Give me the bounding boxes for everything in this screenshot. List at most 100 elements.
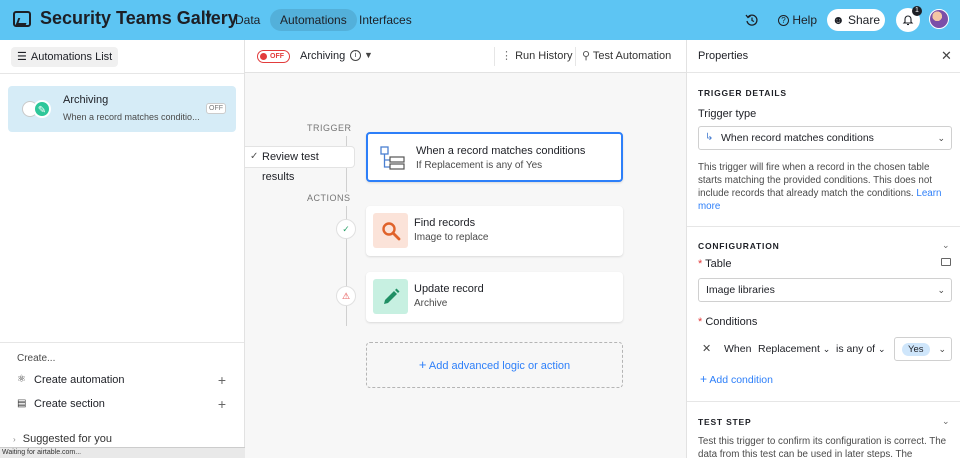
automation-item-archiving[interactable]: ✎ Archiving When a record matches condit… [8, 86, 236, 132]
notification-badge: 1 [912, 6, 922, 16]
automation-title[interactable]: Archiving [300, 50, 345, 62]
create-section-button[interactable]: ▤ Create section + [17, 396, 232, 414]
chevron-down-icon[interactable]: ▼ [364, 50, 373, 60]
trigger-icon [375, 141, 410, 176]
help-button[interactable]: ? Help [778, 9, 817, 31]
add-logic-label: Add advanced logic or action [428, 360, 571, 372]
conditions-label: * Conditions [698, 316, 758, 328]
help-label: Help [792, 13, 818, 27]
warning-icon: ⚠ [336, 286, 356, 306]
table-select[interactable]: Image libraries ⌄ [698, 278, 952, 302]
automation-toggle[interactable]: OFF [257, 50, 290, 63]
create-label: Create... [17, 353, 56, 364]
suggested-label: Suggested for you [22, 433, 113, 445]
chevron-down-icon[interactable]: ⌄ [942, 416, 950, 427]
trigger-type-value: When record matches conditions [721, 132, 874, 144]
action-card-find-records[interactable]: Find records Image to replace [366, 206, 623, 256]
automation-status-icon: ✎ [22, 100, 54, 118]
automations-list-header[interactable]: ☰ Automations List [11, 47, 119, 67]
automation-description: When a record matches conditio... [63, 112, 200, 122]
add-condition-button[interactable]: + Add condition [700, 372, 773, 386]
condition-when: When [724, 343, 752, 355]
info-icon[interactable]: i [350, 50, 361, 61]
divider [687, 226, 960, 227]
divider [687, 401, 960, 402]
trigger-card[interactable]: When a record matches conditions If Repl… [366, 132, 623, 182]
automation-name: Archiving [63, 94, 109, 106]
action-subtitle: Image to replace [414, 232, 489, 243]
share-button[interactable]: ☻ Share [827, 9, 885, 31]
action-title: Update record [414, 283, 484, 295]
section-icon: ▤ [17, 398, 27, 409]
plus-icon[interactable]: + [218, 372, 226, 388]
chevron-down-icon: ⌄ [937, 133, 945, 143]
help-icon: ? [778, 15, 789, 27]
add-condition-label: Add condition [709, 374, 773, 386]
condition-value-select[interactable]: Yes ⌄ [894, 337, 952, 361]
test-step-label: TEST STEP [698, 417, 752, 427]
automations-sidebar: ☰ Automations List ✎ Archiving When a re… [0, 40, 245, 458]
base-icon[interactable] [13, 11, 31, 27]
run-history-button[interactable]: ⋮ Run History [494, 47, 579, 66]
share-label: Share [847, 13, 880, 27]
status-badge: OFF [206, 103, 226, 114]
chevron-right-icon: › [13, 435, 16, 444]
create-automation-button[interactable]: ⚛ Create automation + [17, 372, 232, 390]
remove-condition-icon[interactable]: ✕ [702, 342, 711, 355]
automation-canvas: OFF Archiving i ▼ ⋮ Run History ⚲ Test A… [245, 40, 686, 458]
chevron-down-icon[interactable]: ▼ [203, 11, 214, 23]
tab-interfaces[interactable]: Interfaces [349, 9, 422, 31]
tab-data[interactable]: Data [225, 9, 270, 31]
divider [0, 342, 244, 343]
trigger-title: When a record matches conditions [416, 145, 586, 157]
expand-icon[interactable] [941, 258, 951, 266]
chevron-down-icon[interactable]: ⌄ [942, 240, 950, 251]
search-icon [373, 213, 408, 248]
plus-icon: + [418, 357, 427, 372]
tab-automations[interactable]: Automations [270, 9, 357, 31]
history-icon: ⋮ [501, 50, 512, 62]
review-label: Review test results [262, 151, 319, 183]
flask-icon: ⚲ [582, 50, 591, 62]
panel-header: Properties ✕ [687, 40, 960, 73]
check-icon: ✓ [250, 151, 259, 162]
suggested-for-you[interactable]: › Suggested for you [13, 433, 112, 445]
trigger-icon: ↳ [705, 132, 714, 143]
test-step-description: Test this trigger to confirm its configu… [698, 436, 947, 458]
people-icon: ☻ [831, 13, 845, 27]
pencil-icon [373, 279, 408, 314]
condition-field-select[interactable]: Replacement ⌄ [758, 343, 830, 355]
trigger-type-select[interactable]: ↳ When record matches conditions ⌄ [698, 126, 952, 150]
trigger-desc-text: This trigger will fire when a record in … [698, 162, 932, 199]
plus-icon[interactable]: + [218, 396, 226, 412]
run-history-label: Run History [515, 50, 573, 62]
condition-row: ✕ When Replacement ⌄ is any of ⌄ Yes ⌄ [698, 337, 952, 361]
add-logic-button[interactable]: + Add advanced logic or action [366, 342, 623, 388]
create-section-label: Create section [34, 398, 105, 410]
trigger-section-label: TRIGGER [307, 123, 352, 133]
value-chip: Yes [902, 343, 930, 356]
check-icon: ✓ [336, 219, 356, 239]
toggle-label: OFF [270, 53, 284, 60]
canvas-toolbar: OFF Archiving i ▼ ⋮ Run History ⚲ Test A… [245, 40, 686, 73]
properties-panel: Properties ✕ TRIGGER DETAILS Trigger typ… [686, 40, 960, 458]
pencil-icon: ✎ [33, 100, 51, 118]
trigger-subtitle: If Replacement is any of Yes [416, 160, 543, 171]
history-icon[interactable] [745, 9, 759, 31]
action-card-update-record[interactable]: Update record Archive [366, 272, 623, 322]
divider [0, 73, 244, 74]
condition-operator-select[interactable]: is any of ⌄ [836, 343, 886, 355]
actions-section-label: ACTIONS [307, 193, 351, 203]
trigger-description: This trigger will fire when a record in … [698, 161, 954, 213]
close-icon[interactable]: ✕ [941, 48, 952, 64]
chevron-down-icon: ⌄ [937, 285, 945, 295]
plus-icon: + [700, 372, 708, 386]
automation-icon: ⚛ [17, 374, 26, 385]
action-subtitle: Archive [414, 298, 448, 309]
top-bar: Security Teams Gallery ▼ Data Automation… [0, 0, 960, 40]
menu-icon: ☰ [17, 51, 27, 63]
review-test-results-button[interactable]: ✓ Review test results [245, 146, 355, 183]
avatar[interactable] [929, 9, 949, 29]
trigger-type-label: Trigger type [698, 108, 757, 120]
test-automation-button[interactable]: ⚲ Test Automation [575, 47, 677, 66]
